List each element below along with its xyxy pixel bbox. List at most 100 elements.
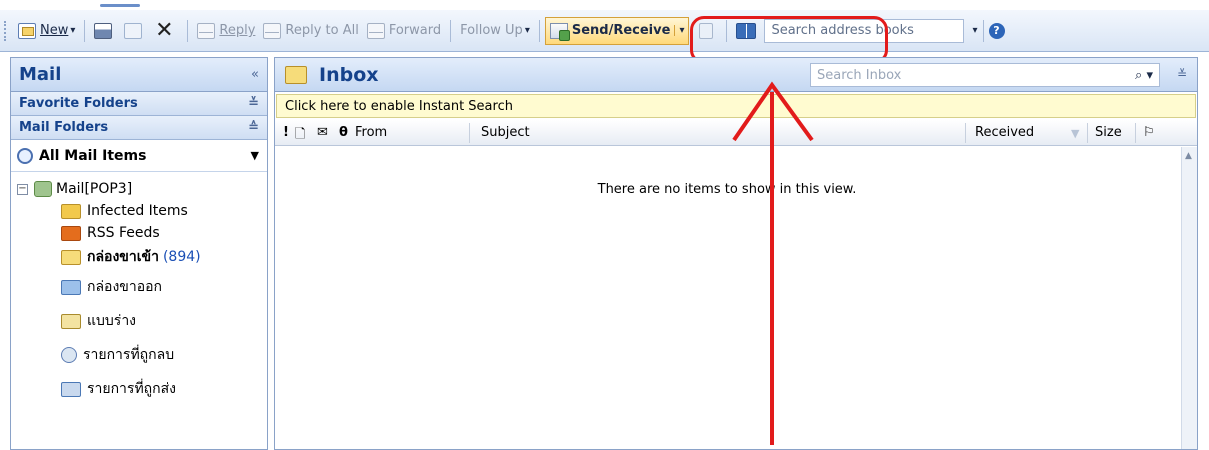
folder-label: RSS Feeds bbox=[87, 225, 160, 241]
inbox-header: Inbox Search Inbox ⌕ ▾ ≚ bbox=[275, 58, 1197, 92]
delete-icon: ✕ bbox=[155, 17, 174, 43]
column-divider[interactable] bbox=[965, 123, 966, 143]
chevron-down-icon[interactable]: ▾ bbox=[525, 25, 530, 36]
reply-all-label: Reply to All bbox=[285, 23, 359, 38]
inbox-pane: Inbox Search Inbox ⌕ ▾ ≚ Click here to e… bbox=[274, 57, 1198, 450]
chevron-down-icon[interactable]: ▾ bbox=[674, 25, 684, 36]
scroll-up-icon[interactable]: ▲ bbox=[1185, 151, 1192, 161]
document-icon[interactable]: 🗋 bbox=[295, 125, 305, 147]
reply-label: Reply bbox=[219, 23, 256, 38]
folder-drafts[interactable]: แบบร่าง bbox=[11, 304, 267, 338]
subject-column-header[interactable]: Subject bbox=[481, 125, 530, 140]
folder-icon bbox=[61, 203, 81, 219]
instant-search-label: Click here to enable Instant Search bbox=[285, 98, 513, 114]
drafts-icon bbox=[61, 313, 81, 329]
chevron-down-icon[interactable]: ▼ bbox=[251, 149, 259, 162]
all-mail-items-label: All Mail Items bbox=[39, 147, 147, 164]
collapse-tree-icon[interactable]: − bbox=[17, 183, 28, 195]
folder-label: รายการที่ถูกลบ bbox=[83, 347, 175, 363]
print-button[interactable] bbox=[90, 18, 120, 44]
forward-label: Forward bbox=[388, 23, 442, 38]
size-column-header[interactable]: Size bbox=[1095, 125, 1122, 140]
search-inbox-placeholder: Search Inbox bbox=[817, 67, 902, 83]
folder-inbox[interactable]: กล่องขาเข้า (894) bbox=[11, 244, 267, 270]
outbox-icon bbox=[61, 279, 81, 295]
search-folder-icon bbox=[17, 147, 33, 164]
folder-label: กล่องขาเข้า bbox=[87, 249, 159, 265]
send-receive-icon bbox=[549, 22, 570, 41]
folder-deleted-items[interactable]: รายการที่ถูกลบ bbox=[11, 338, 267, 372]
all-mail-items-selector[interactable]: All Mail Items ▼ bbox=[11, 140, 267, 172]
from-column-header[interactable]: From bbox=[355, 125, 387, 140]
toolbar-separator bbox=[84, 19, 86, 42]
collapse-pane-icon[interactable]: « bbox=[251, 67, 259, 82]
column-header-row: ! 🗋 ✉ θ From Subject Received ▼ Size ⚐ bbox=[275, 120, 1197, 146]
navigation-pane: Mail « Favorite Folders ≚ Mail Folders ≙… bbox=[10, 57, 268, 450]
vertical-scrollbar[interactable]: ▲ bbox=[1181, 147, 1197, 449]
chevron-double-down-icon[interactable]: ≚ bbox=[248, 96, 259, 111]
standard-toolbar: New ▾ ✕ Reply Reply to All Forward Follo… bbox=[0, 10, 1209, 52]
folder-rss-feeds[interactable]: RSS Feeds bbox=[11, 222, 267, 244]
received-column-header[interactable]: Received bbox=[975, 125, 1034, 140]
follow-up-label: Follow Up bbox=[460, 23, 523, 38]
folder-sent-items[interactable]: รายการที่ถูกส่ง bbox=[11, 372, 267, 406]
search-icon[interactable]: ⌕ ▾ bbox=[1135, 68, 1153, 83]
folder-label: กล่องขาออก bbox=[87, 279, 163, 295]
root-label: Mail[POP3] bbox=[56, 181, 133, 197]
unread-count: (894) bbox=[162, 249, 201, 265]
toolbar-grip[interactable] bbox=[4, 20, 8, 41]
empty-view-message: There are no items to show in this view. bbox=[597, 182, 857, 197]
folder-label: Infected Items bbox=[87, 203, 188, 219]
favorite-folders-label: Favorite Folders bbox=[19, 96, 138, 111]
inbox-icon bbox=[285, 65, 307, 84]
mail-pop3-root[interactable]: − Mail[POP3] bbox=[11, 178, 267, 200]
toolbar-separator bbox=[450, 19, 452, 42]
search-inbox-input[interactable]: Search Inbox ⌕ ▾ bbox=[810, 63, 1160, 87]
new-button[interactable]: New ▾ bbox=[14, 18, 79, 44]
help-icon[interactable]: ? bbox=[988, 22, 1005, 39]
chevron-double-up-icon[interactable]: ≙ bbox=[248, 120, 259, 135]
toolbar-separator bbox=[538, 19, 540, 42]
expand-query-icon[interactable]: ≚ bbox=[1177, 67, 1187, 81]
folder-label: แบบร่าง bbox=[87, 313, 137, 329]
print-icon bbox=[94, 22, 113, 39]
column-divider[interactable] bbox=[1087, 123, 1088, 143]
sent-items-icon bbox=[61, 381, 81, 397]
send-receive-button[interactable]: Send/Receive ▾ bbox=[544, 16, 690, 45]
column-divider[interactable] bbox=[1135, 123, 1136, 143]
delete-button[interactable]: ✕ bbox=[150, 18, 182, 44]
nav-header: Mail « bbox=[11, 58, 267, 92]
page-title: Inbox bbox=[319, 63, 379, 86]
folder-infected-items[interactable]: Infected Items bbox=[11, 200, 267, 222]
send-receive-label: Send/Receive bbox=[571, 23, 671, 38]
reply-all-button[interactable]: Reply to All bbox=[259, 18, 362, 44]
mail-folders-header[interactable]: Mail Folders ≙ bbox=[11, 116, 267, 140]
move-to-folder-icon bbox=[124, 22, 143, 39]
nav-title: Mail bbox=[19, 64, 62, 85]
column-divider[interactable] bbox=[469, 123, 470, 143]
rss-icon bbox=[61, 225, 81, 241]
folder-label: รายการที่ถูกส่ง bbox=[87, 381, 177, 397]
mailbox-icon bbox=[34, 181, 52, 197]
chevron-down-icon[interactable]: ▾ bbox=[70, 25, 75, 36]
window-top-strip bbox=[0, 0, 1209, 10]
favorite-folders-header[interactable]: Favorite Folders ≚ bbox=[11, 92, 267, 116]
enable-instant-search-bar[interactable]: Click here to enable Instant Search bbox=[276, 94, 1196, 118]
attachment-icon[interactable]: θ bbox=[339, 125, 348, 140]
new-mail-icon bbox=[18, 22, 36, 39]
ribbon-accent bbox=[100, 4, 140, 7]
follow-up-button[interactable]: Follow Up ▾ bbox=[456, 18, 534, 44]
trash-icon bbox=[61, 347, 77, 363]
forward-icon bbox=[366, 22, 385, 39]
inbox-icon bbox=[61, 249, 81, 265]
toolbar-separator bbox=[187, 19, 189, 42]
flag-icon[interactable]: ⚐ bbox=[1143, 125, 1155, 140]
folder-outbox[interactable]: กล่องขาออก bbox=[11, 270, 267, 304]
envelope-icon[interactable]: ✉ bbox=[317, 125, 328, 140]
move-to-folder-button[interactable] bbox=[120, 18, 150, 44]
chevron-down-icon[interactable]: ▾ bbox=[972, 25, 977, 36]
forward-button[interactable]: Forward bbox=[363, 18, 445, 44]
reply-button[interactable]: Reply bbox=[193, 18, 259, 44]
importance-column-header[interactable]: ! bbox=[283, 125, 289, 140]
reply-icon bbox=[197, 22, 216, 39]
